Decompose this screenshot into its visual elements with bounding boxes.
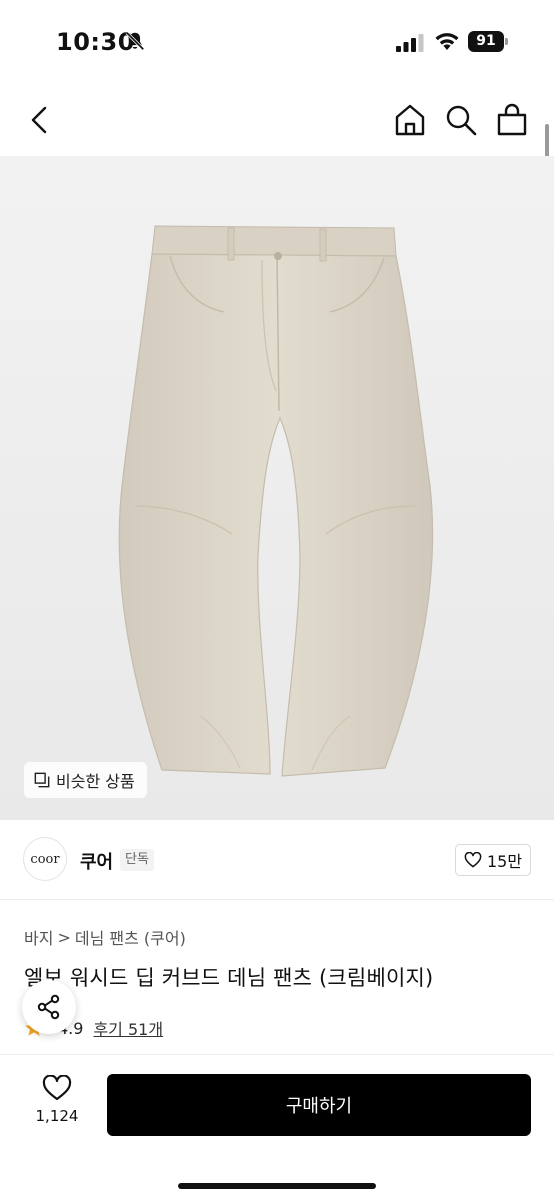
product-image[interactable]: 비슷한 상품 <box>0 156 554 820</box>
back-icon <box>31 106 47 134</box>
search-button[interactable] <box>443 102 479 138</box>
home-icon <box>395 104 425 136</box>
review-link[interactable]: 후기 51개 <box>93 1016 163 1040</box>
similar-products-button[interactable]: 비슷한 상품 <box>24 762 147 798</box>
copy-icon <box>34 772 50 788</box>
wishlist-count: 1,124 <box>35 1107 79 1125</box>
breadcrumb-category[interactable]: 바지 <box>24 925 53 949</box>
pants-illustration <box>118 225 434 777</box>
exclusive-badge: 단독 <box>120 849 154 871</box>
nav-bar <box>0 84 554 156</box>
share-icon <box>37 994 60 1020</box>
heart-icon <box>42 1075 72 1101</box>
similar-products-label: 비슷한 상품 <box>56 772 135 791</box>
breadcrumb-subcategory[interactable]: 데님 팬츠 (쿠어) <box>75 925 186 949</box>
signal-icon <box>396 34 424 52</box>
brand-like-button[interactable]: 15만 <box>455 844 531 876</box>
battery-tip <box>505 38 508 45</box>
back-button[interactable] <box>24 102 58 138</box>
bell-slash-icon <box>125 31 145 51</box>
status-bar: 10:30 91 <box>0 0 554 84</box>
brand-row: coor 쿠어 단독 15만 <box>0 820 554 900</box>
breadcrumb-separator: > <box>57 927 71 947</box>
breadcrumb: 바지 > 데님 팬츠 (쿠어) <box>24 925 186 949</box>
bottom-bar: 1,124 구매하기 <box>0 1054 554 1200</box>
battery-level: 91 <box>468 31 504 52</box>
search-icon <box>446 105 477 136</box>
home-button[interactable] <box>392 102 428 138</box>
product-title: 엘보 워시드 딥 커브드 데님 팬츠 (크림베이지) <box>24 966 434 990</box>
cart-button[interactable] <box>494 102 530 138</box>
wifi-icon <box>435 33 459 50</box>
brand-like-count: 15만 <box>486 852 523 871</box>
brand-logo[interactable]: coor <box>23 837 67 881</box>
share-button[interactable] <box>22 980 76 1034</box>
heart-icon <box>464 852 482 868</box>
battery-icon: 91 <box>468 31 508 52</box>
buy-button[interactable]: 구매하기 <box>107 1074 531 1136</box>
bag-icon <box>497 103 527 136</box>
brand-name[interactable]: 쿠어 <box>80 848 113 874</box>
wishlist-button[interactable]: 1,124 <box>30 1075 84 1135</box>
home-indicator <box>178 1183 376 1189</box>
